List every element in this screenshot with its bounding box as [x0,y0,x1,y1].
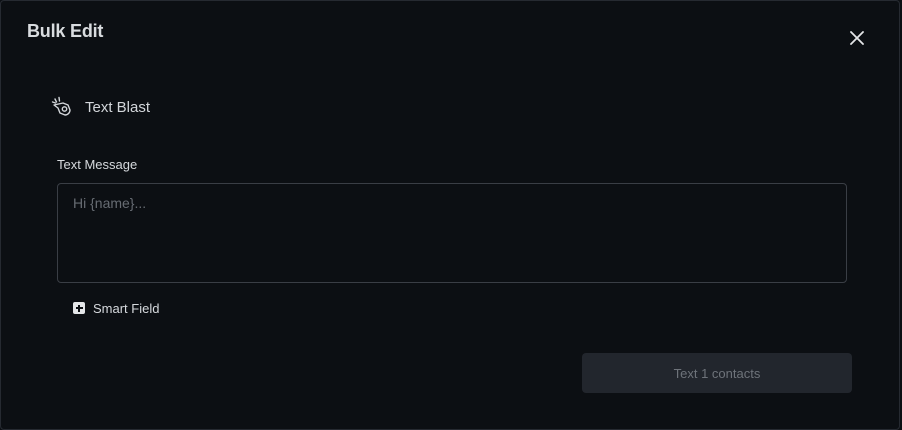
plus-square-icon [73,302,85,314]
megaphone-icon [51,96,73,118]
smart-field-button[interactable]: Smart Field [73,299,159,317]
close-button[interactable] [843,24,871,52]
text-message-input[interactable] [57,183,847,283]
text-contacts-button[interactable]: Text 1 contacts [582,353,852,393]
modal-title: Bulk Edit [27,21,104,41]
text-blast-header: Text Blast [51,95,150,119]
bulk-edit-modal: Bulk Edit Text Blast Text Message Smart … [0,0,900,430]
close-icon[interactable] [850,31,864,45]
smart-field-label: Smart Field [93,300,160,316]
text-blast-label: Text Blast [85,98,151,116]
text-message-label: Text Message [57,157,138,172]
